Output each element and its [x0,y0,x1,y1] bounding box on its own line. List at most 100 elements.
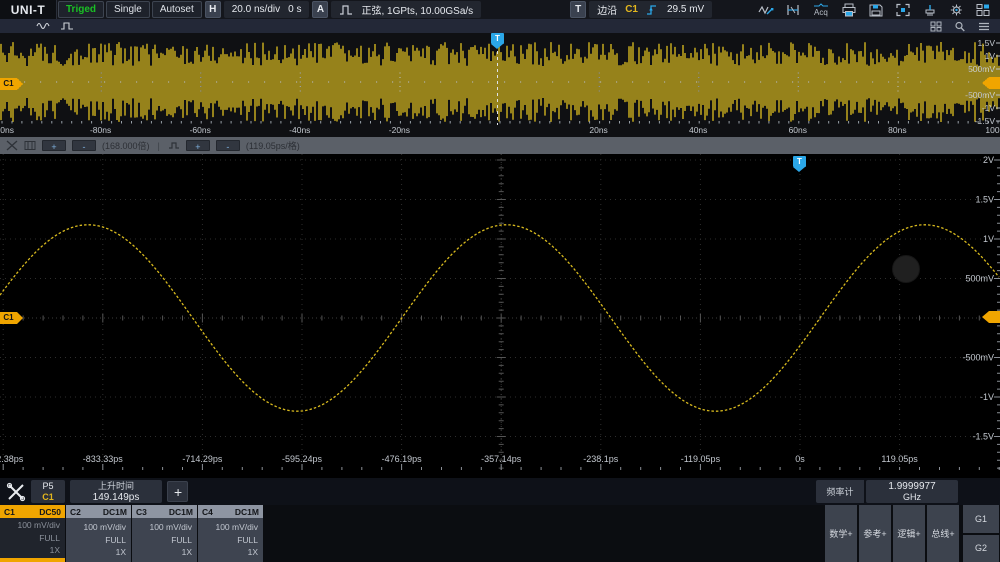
magnifier-icon[interactable] [954,21,966,32]
add-measurement-button[interactable]: + [167,481,188,502]
clear-brush-icon[interactable] [922,3,938,17]
svg-text:-357.14ps: -357.14ps [481,454,522,464]
svg-text:1.5V: 1.5V [975,195,994,205]
svg-text:-238.1ps: -238.1ps [583,454,619,464]
svg-text:40ns: 40ns [689,125,707,135]
rising-edge-icon [646,3,659,16]
svg-text:-1V: -1V [982,103,996,113]
rise-time-measurement[interactable]: 上升时间 149.149ps [70,480,162,503]
channel-bandwidth: FULL [198,534,258,547]
zoom-factor-decrease-button[interactable]: - [72,140,96,151]
overview-channel-c1-tag[interactable]: C1 [0,78,17,90]
sine-mini-icon[interactable] [36,21,52,31]
menu-icon[interactable] [978,21,990,32]
math-add-button[interactable]: 数学+ [825,505,857,562]
channel-settings: 100 mV/divFULL1X [132,518,197,562]
trigger-menu-button[interactable]: T [570,1,586,18]
timebase-icon[interactable] [168,140,180,151]
svg-text:-500mV: -500mV [965,90,995,100]
zoom-factor-increase-button[interactable]: + [42,140,66,151]
svg-text:2V: 2V [983,155,994,165]
measurement-value: 149.149ps [93,492,140,503]
frequency-counter-label[interactable]: 频率计 [816,480,864,503]
grid-view-icon[interactable] [930,21,942,32]
main-trigger-position-flag[interactable]: T [793,156,806,167]
channel-card-c4[interactable]: C4DC1M100 mV/divFULL1X [198,505,263,562]
group-button-g2[interactable]: G2 [963,535,999,562]
channel-card-c2[interactable]: C2DC1M100 mV/divFULL1X [66,505,131,562]
main-channel-c1-tag[interactable]: C1 [0,312,17,324]
channel-header: C2DC1M [66,505,131,518]
overview-trigger-level-arrow[interactable] [989,77,1000,89]
svg-text:-952.38ps: -952.38ps [0,454,24,464]
zoom-scale-decrease-button[interactable]: - [216,140,240,151]
svg-text:-100ns: -100ns [0,125,14,135]
svg-text:-60ns: -60ns [190,125,211,135]
waveform-overview-window[interactable]: -100ns-80ns-60ns-40ns-20ns20ns40ns60ns80… [0,33,1000,137]
channel-scale: 100 mV/div [0,519,60,532]
brand-logo: UNI-T [0,0,57,19]
svg-text:1V: 1V [985,51,996,61]
measure-tools-icon[interactable] [6,482,26,502]
single-button[interactable]: Single [106,1,150,18]
measurement-slot[interactable]: P5 C1 [31,480,65,503]
save-icon[interactable] [868,3,884,17]
channel-header: C1DC50 [0,505,65,518]
settings-gear-icon[interactable] [949,3,964,17]
channel-bandwidth: FULL [66,534,126,547]
zoom-window-icon[interactable] [24,140,36,151]
svg-text:500mV: 500mV [968,64,995,74]
channel-card-c1[interactable]: C1DC50100 mV/divFULL1X [0,505,65,562]
horizontal-menu-button[interactable]: H [205,1,221,18]
channel-scale: 100 mV/div [198,521,258,534]
channel-header: C4DC1M [198,505,263,518]
svg-text:1.5V: 1.5V [978,38,996,48]
trigger-panel[interactable]: 边沿 C1 29.5 mV [589,1,712,18]
acquire-menu-button[interactable]: A [312,1,328,18]
channel-coupling: DC1M [169,507,193,517]
channel-probe: 1X [198,546,258,559]
channel-card-c3[interactable]: C3DC1M100 mV/divFULL1X [132,505,197,562]
channel-settings: 100 mV/divFULL1X [198,518,263,562]
zoom-factor-value: (168.000倍) [102,139,150,152]
channel-settings: 100 mV/divFULL1X [66,518,131,562]
timebase-value: 20.0 ns/div [232,4,280,15]
svg-text:-20ns: -20ns [389,125,410,135]
svg-text:100ns: 100ns [985,125,1000,135]
svg-text:-595.24ps: -595.24ps [282,454,323,464]
acquire-panel[interactable]: 正弦, 1GPts, 10.00GSa/s [331,1,481,18]
acquire-icon[interactable]: Acq [812,3,830,17]
svg-text:119.05ps: 119.05ps [881,454,918,464]
svg-text:-1V: -1V [980,392,994,402]
trigger-level-value: 29.5 mV [667,4,704,15]
channel-probe: 1X [132,546,192,559]
bus-add-button[interactable]: 总线+ [927,505,959,562]
horizontal-panel[interactable]: 20.0 ns/div 0 s [224,1,310,18]
channel-cards: C1DC50100 mV/divFULL1XC2DC1M100 mV/divFU… [0,505,264,562]
trigger-status: Triged [58,1,104,18]
toolbar-icons: Acq [758,3,1000,17]
draw-waveform-icon[interactable] [758,3,774,17]
print-icon[interactable] [841,3,857,17]
reference-add-button[interactable]: 参考+ [859,505,891,562]
side-buttons: 数学+参考+逻辑+总线+ G1G2 [825,505,1000,562]
measure-icon[interactable] [785,3,801,17]
window-layout-icon[interactable] [975,3,991,17]
expand-icon[interactable] [6,140,18,151]
channel-bandwidth: FULL [0,532,60,545]
zoom-scale-increase-button[interactable]: + [186,140,210,151]
svg-text:-833.33ps: -833.33ps [83,454,124,464]
capture-screen-icon[interactable] [895,3,911,17]
overview-trigger-position-flag[interactable]: T [491,33,504,44]
main-waveform-window[interactable]: -952.38ps-833.33ps-714.29ps-595.24ps-476… [0,154,1000,478]
logic-add-button[interactable]: 逻辑+ [893,505,925,562]
trigger-type: 边沿 [597,2,617,17]
secondary-toolbar [0,19,1000,33]
svg-text:-80ns: -80ns [90,125,111,135]
main-trigger-level-arrow[interactable] [989,311,1000,323]
zoombar-divider: | [156,141,162,151]
zoom-scale-value: (119.05ps/格) [246,139,300,152]
group-button-g1[interactable]: G1 [963,505,999,533]
autoset-button[interactable]: Autoset [152,1,202,18]
pulse-mini-icon[interactable] [60,21,74,31]
